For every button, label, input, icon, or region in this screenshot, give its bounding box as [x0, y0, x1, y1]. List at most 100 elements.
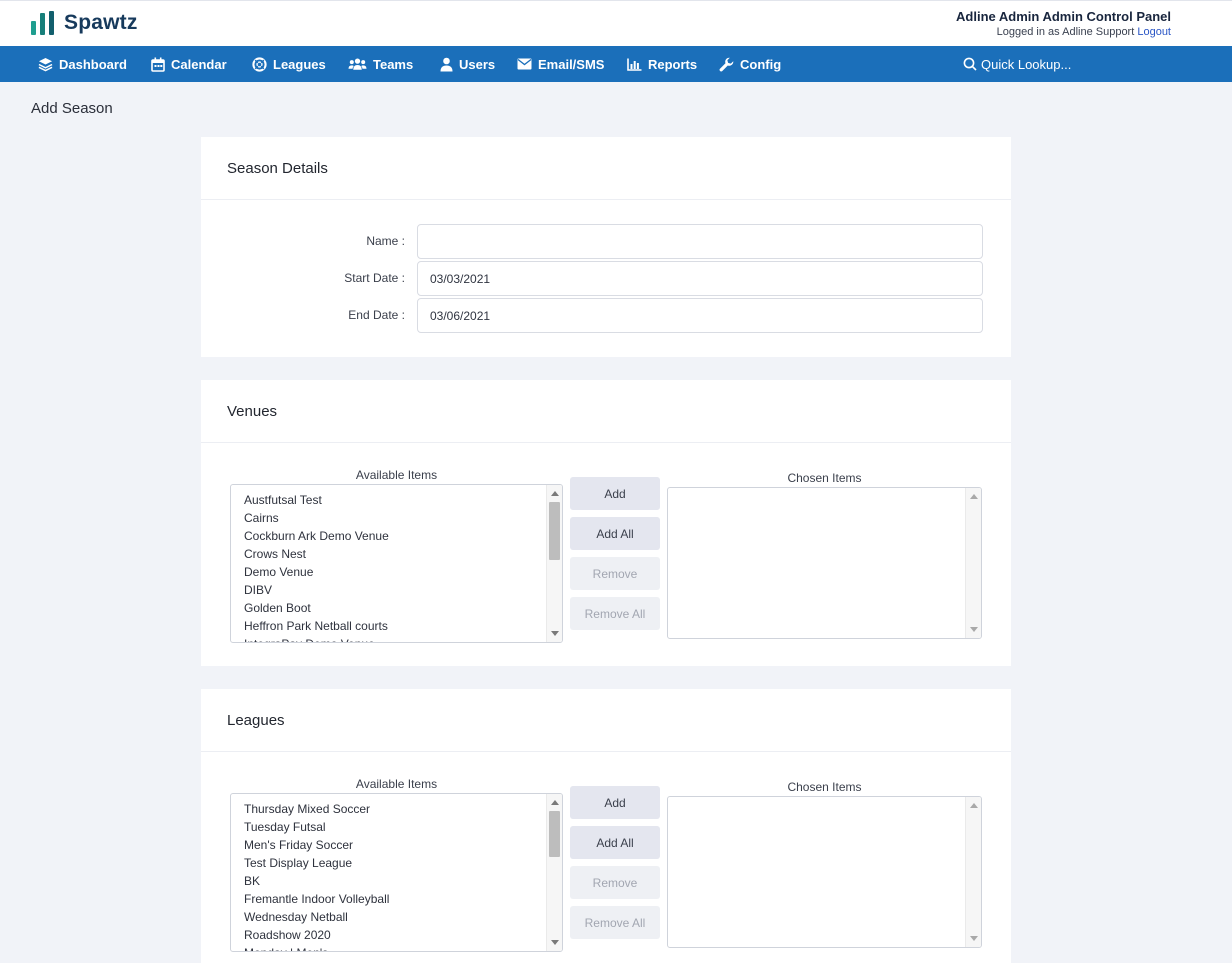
nav-calendar[interactable]: Calendar: [151, 46, 227, 82]
logo-bars-icon: [31, 11, 54, 35]
nav-label: Email/SMS: [538, 56, 605, 72]
start-date-input[interactable]: [417, 261, 983, 296]
scrollbar[interactable]: [546, 794, 562, 951]
scroll-up-icon[interactable]: [551, 800, 559, 805]
list-item[interactable]: IntegraPay Demo Venue: [244, 635, 562, 642]
nav-config[interactable]: Config: [719, 46, 781, 82]
leagues-remove-all-button[interactable]: Remove All: [570, 906, 660, 939]
venues-chosen-list[interactable]: [667, 487, 982, 639]
leagues-available-list[interactable]: Thursday Mixed Soccer Tuesday Futsal Men…: [230, 793, 563, 952]
list-item[interactable]: Cockburn Ark Demo Venue: [244, 527, 562, 545]
list-item[interactable]: Golden Boot: [244, 599, 562, 617]
list-item[interactable]: Fremantle Indoor Volleyball: [244, 890, 562, 908]
scroll-up-icon[interactable]: [970, 494, 978, 499]
login-info: Logged in as Adline Support Logout: [997, 26, 1171, 38]
list-item[interactable]: Test Display League: [244, 854, 562, 872]
wrench-icon: [719, 57, 734, 72]
list-item[interactable]: Austfutsal Test: [244, 491, 562, 509]
nav-email-sms[interactable]: Email/SMS: [517, 46, 604, 82]
nav-label: Teams: [373, 56, 414, 72]
venues-card: Venues Available Items Austfutsal Test C…: [201, 380, 1011, 666]
scroll-up-icon[interactable]: [970, 803, 978, 808]
leagues-available-label: Available Items: [355, 777, 438, 791]
leagues-remove-button[interactable]: Remove: [570, 866, 660, 899]
nav-users[interactable]: Users: [440, 46, 495, 82]
list-item[interactable]: Roadshow 2020: [244, 926, 562, 944]
calendar-icon: [151, 57, 165, 72]
scroll-thumb[interactable]: [549, 811, 560, 857]
nav-reports[interactable]: Reports: [627, 46, 697, 82]
envelope-icon: [517, 58, 532, 70]
users-group-icon: [348, 57, 367, 71]
bar-chart-icon: [627, 58, 642, 71]
venues-available-list[interactable]: Austfutsal Test Cairns Cockburn Ark Demo…: [230, 484, 563, 643]
lifebuoy-icon: [252, 56, 267, 72]
layers-icon: [38, 57, 53, 72]
list-item[interactable]: DIBV: [244, 581, 562, 599]
leagues-card: Leagues Available Items Thursday Mixed S…: [201, 689, 1011, 963]
user-icon: [440, 57, 453, 72]
start-date-label: Start Date :: [344, 271, 405, 285]
venues-chosen-label: Chosen Items: [787, 471, 862, 485]
nav-label: Leagues: [273, 56, 326, 72]
nav-teams[interactable]: Teams: [348, 46, 413, 82]
scroll-down-icon[interactable]: [970, 627, 978, 632]
list-item[interactable]: Tuesday Futsal: [244, 818, 562, 836]
season-details-heading: Season Details: [201, 137, 1011, 200]
list-item[interactable]: Heffron Park Netball courts: [244, 617, 562, 635]
scroll-down-icon[interactable]: [551, 631, 559, 636]
nav-dashboard[interactable]: Dashboard: [38, 46, 127, 82]
top-header: Spawtz Adline Admin Admin Control Panel …: [0, 0, 1232, 46]
main-nav: Dashboard Calendar Leagues Teams Users E…: [0, 46, 1232, 82]
scroll-down-icon[interactable]: [551, 940, 559, 945]
page-title: Add Season: [31, 100, 113, 117]
scrollbar[interactable]: [546, 485, 562, 642]
list-item[interactable]: Men's Friday Soccer: [244, 836, 562, 854]
scrollbar[interactable]: [965, 488, 981, 638]
list-item[interactable]: Crows Nest: [244, 545, 562, 563]
leagues-chosen-list[interactable]: [667, 796, 982, 948]
venues-remove-all-button[interactable]: Remove All: [570, 597, 660, 630]
nav-leagues[interactable]: Leagues: [252, 46, 326, 82]
leagues-add-all-button[interactable]: Add All: [570, 826, 660, 859]
end-date-input[interactable]: [417, 298, 983, 333]
leagues-add-button[interactable]: Add: [570, 786, 660, 819]
nav-label: Calendar: [171, 56, 227, 72]
scrollbar[interactable]: [965, 797, 981, 947]
leagues-chosen-label: Chosen Items: [787, 780, 862, 794]
list-item[interactable]: Cairns: [244, 509, 562, 527]
scroll-thumb[interactable]: [549, 502, 560, 560]
nav-label: Dashboard: [59, 56, 127, 72]
list-item[interactable]: Wednesday Netball: [244, 908, 562, 926]
list-item[interactable]: BK: [244, 872, 562, 890]
nav-label: Reports: [648, 56, 698, 72]
name-label: Name :: [366, 234, 405, 248]
brand-name: Spawtz: [64, 11, 138, 34]
venues-add-all-button[interactable]: Add All: [570, 517, 660, 550]
nav-label: Users: [459, 56, 496, 72]
name-row: Name :: [201, 224, 1011, 259]
panel-title: Adline Admin Admin Control Panel: [956, 9, 1171, 24]
scroll-up-icon[interactable]: [551, 491, 559, 496]
name-input[interactable]: [417, 224, 983, 259]
quick-lookup[interactable]: Quick Lookup...: [963, 46, 1071, 82]
venues-add-button[interactable]: Add: [570, 477, 660, 510]
list-item[interactable]: Demo Venue: [244, 563, 562, 581]
end-date-row: End Date :: [201, 298, 1011, 333]
search-icon: [963, 57, 977, 71]
brand-logo[interactable]: Spawtz: [31, 11, 138, 35]
quick-lookup-label: Quick Lookup...: [981, 56, 1072, 72]
scroll-down-icon[interactable]: [970, 936, 978, 941]
list-item[interactable]: Thursday Mixed Soccer: [244, 800, 562, 818]
nav-label: Config: [740, 56, 782, 72]
start-date-row: Start Date :: [201, 261, 1011, 296]
logged-in-text: Logged in as Adline Support: [996, 26, 1135, 38]
logout-link[interactable]: Logout: [1137, 26, 1171, 38]
season-details-card: Season Details Name : Start Date : End D…: [201, 137, 1011, 357]
list-item[interactable]: Monday | Men's: [244, 944, 562, 951]
venues-available-label: Available Items: [355, 468, 438, 482]
venues-remove-button[interactable]: Remove: [570, 557, 660, 590]
leagues-heading: Leagues: [201, 689, 1011, 752]
venues-heading: Venues: [201, 380, 1011, 443]
end-date-label: End Date :: [348, 308, 405, 322]
